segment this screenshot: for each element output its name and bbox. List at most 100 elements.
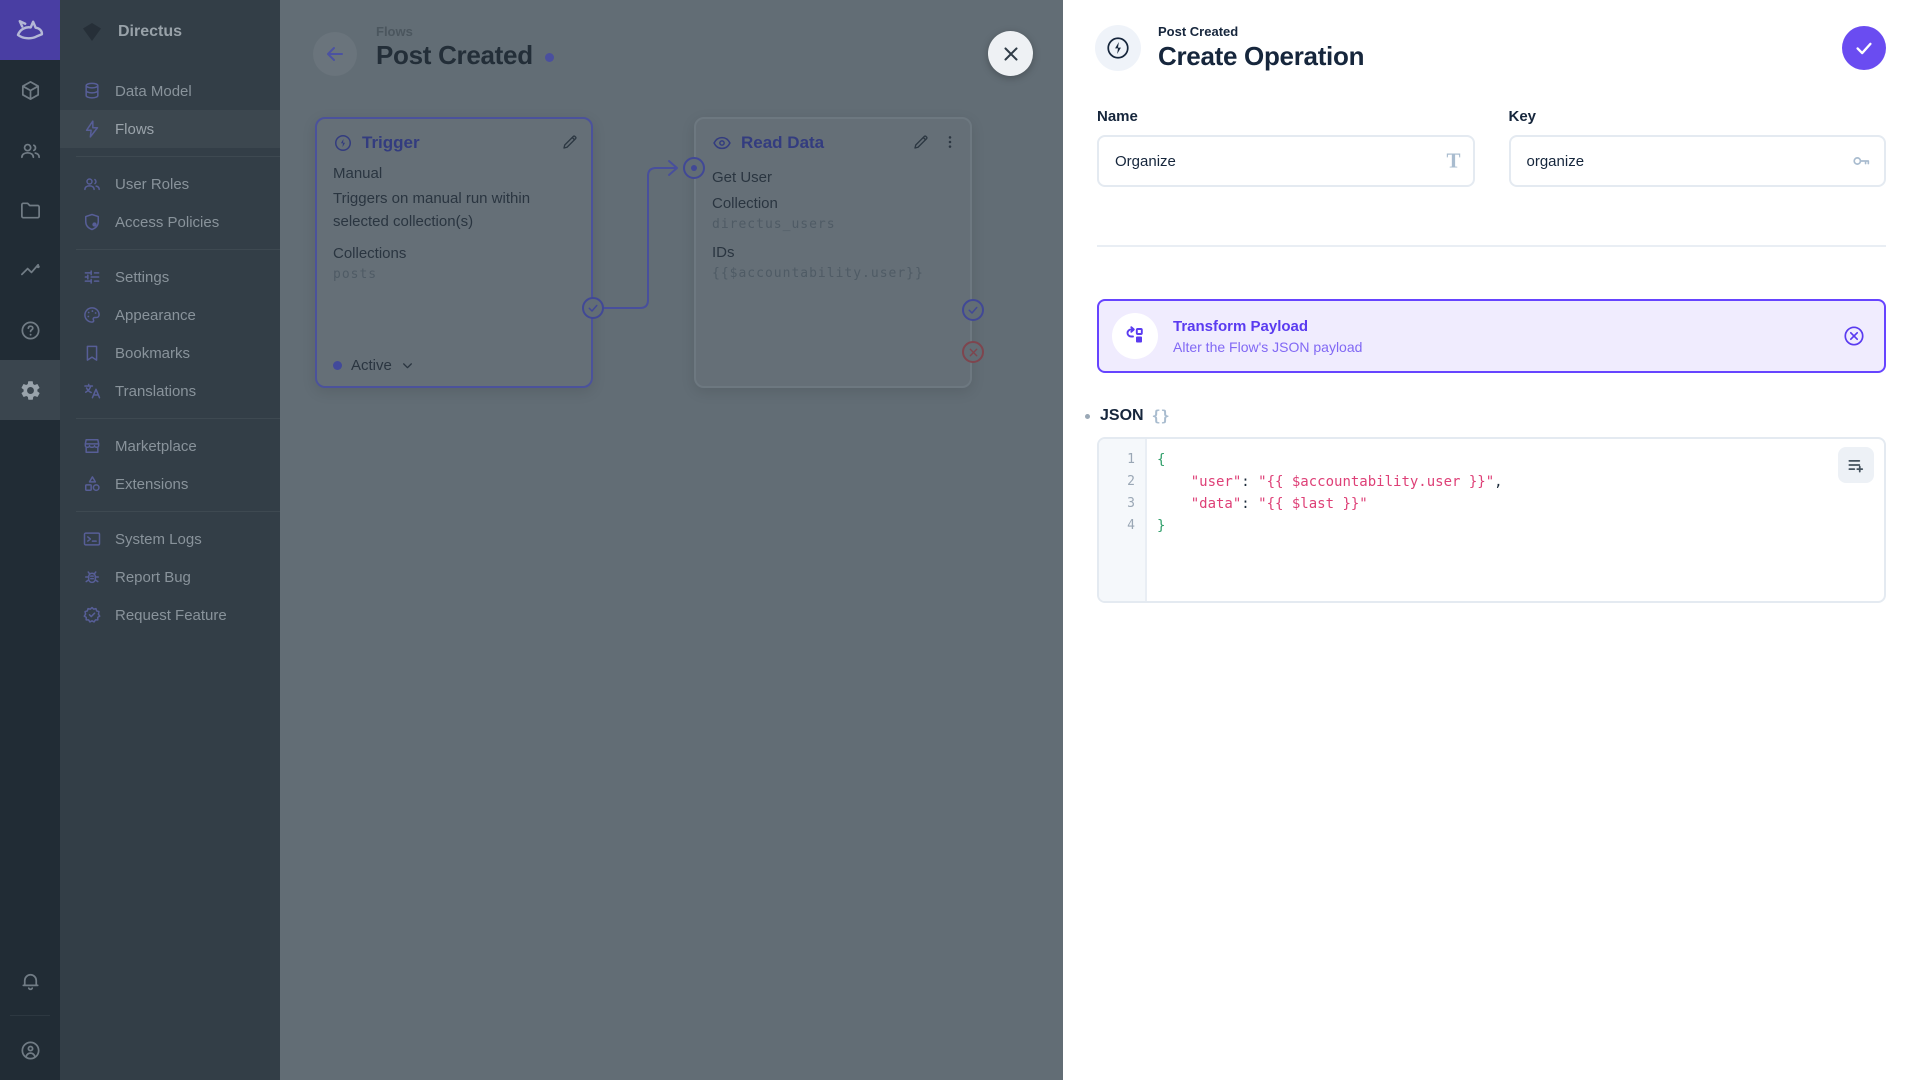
sidebar-item-access-policies[interactable]: Access Policies (60, 203, 280, 241)
circle-x-icon (1844, 326, 1864, 346)
sidebar-item-user-roles[interactable]: User Roles (60, 165, 280, 203)
storefront-icon (84, 439, 100, 453)
read-data-reject-anchor[interactable] (962, 341, 984, 363)
dot-icon (691, 165, 697, 171)
sidebar-item-label: Report Bug (115, 568, 191, 586)
sidebar-item-appearance[interactable]: Appearance (60, 296, 280, 334)
transform-payload-card[interactable]: Transform Payload Alter the Flow's JSON … (1097, 299, 1886, 373)
trigger-bolt-icon (335, 135, 351, 151)
module-content[interactable] (0, 60, 60, 120)
project-icon (83, 23, 101, 41)
operation-header-icon-circle (1095, 25, 1141, 71)
sidebar-divider (76, 511, 280, 512)
sidebar-item-request-feature[interactable]: Request Feature (60, 596, 280, 634)
sidebar-item-label: Appearance (115, 306, 196, 324)
sidebar-item-marketplace[interactable]: Marketplace (60, 427, 280, 465)
trigger-description: Triggers on manual run within selected c… (333, 190, 531, 230)
active-status-dot (333, 361, 342, 370)
activity-chart-icon (20, 263, 40, 275)
module-settings[interactable] (0, 360, 60, 420)
cube-icon (21, 80, 39, 100)
directus-logo[interactable] (0, 0, 60, 60)
sidebar-item-label: Extensions (115, 475, 189, 493)
rabbit-logo-icon (16, 20, 44, 40)
x-icon (969, 348, 977, 356)
sidebar-item-flows[interactable]: Flows (60, 110, 280, 148)
ids-label: IDs (712, 244, 735, 261)
sidebar-item-label: Flows (115, 120, 155, 138)
eye-icon (713, 136, 731, 150)
save-button[interactable] (1842, 26, 1886, 70)
edit-pencil-icon[interactable] (561, 133, 579, 151)
sidebar-item-label: Marketplace (115, 437, 197, 455)
module-insights[interactable] (0, 240, 60, 300)
sidebar-item-system-logs[interactable]: System Logs (60, 520, 280, 558)
module-files[interactable] (0, 180, 60, 240)
sidebar-divider (76, 249, 280, 250)
name-field-label: Name (1097, 108, 1138, 125)
flow-active-dot (544, 53, 554, 62)
code-editor-lines[interactable]: { "user": "{{ $accountability.user }}", … (1147, 439, 1884, 601)
read-data-panel-title: Read Data (741, 133, 825, 152)
sidebar-item-label: Settings (115, 268, 170, 286)
json-code-editor[interactable]: 1234 { "user": "{{ $accountability.user … (1097, 437, 1886, 603)
bookmark-icon (86, 345, 98, 361)
code-editor-gutter: 1234 (1099, 439, 1147, 601)
back-button[interactable] (313, 32, 357, 76)
module-help[interactable] (0, 300, 60, 360)
name-field: Name T (1097, 108, 1475, 187)
sidebar-divider (76, 418, 280, 419)
trigger-panel-title: Trigger (362, 133, 420, 152)
drawer-title: Create Operation (1158, 41, 1365, 71)
check-icon (968, 306, 978, 314)
read-data-resolve-anchor[interactable] (962, 299, 984, 321)
check-icon (588, 304, 598, 312)
read-data-input-anchor[interactable] (683, 157, 705, 179)
key-input[interactable] (1508, 135, 1886, 187)
expand-template-button[interactable] (1838, 447, 1874, 483)
json-field-label: JSON (1100, 407, 1144, 424)
trigger-type: Manual (333, 165, 383, 182)
sidebar-item-label: System Logs (115, 530, 202, 548)
code-braces-icon: {} (1151, 407, 1170, 425)
flow-bolt-icon (1107, 37, 1129, 59)
transform-operation-icon (1112, 313, 1158, 359)
key-field: Key (1508, 108, 1886, 187)
sidebar-item-data-model[interactable]: Data Model (60, 72, 280, 110)
help-icon (20, 320, 40, 340)
breadcrumb[interactable]: Flows (376, 24, 413, 39)
chevron-down-icon (402, 363, 412, 369)
tune-icon (84, 270, 100, 284)
sidebar-divider (76, 156, 280, 157)
project-header[interactable]: Directus (60, 0, 280, 64)
collection-value: directus_users (712, 217, 836, 232)
trigger-panel[interactable]: Trigger Manual Triggers on manual run wi… (315, 117, 593, 388)
kebab-menu-icon[interactable] (942, 134, 958, 150)
collection-label: Collection (712, 195, 778, 212)
sidebar-item-report-bug[interactable]: Report Bug (60, 558, 280, 596)
sidebar-item-settings[interactable]: Settings (60, 258, 280, 296)
sidebar-item-bookmarks[interactable]: Bookmarks (60, 334, 280, 372)
people-icon (20, 143, 40, 158)
feature-badge-icon (83, 606, 101, 623)
card-disable-button[interactable] (1842, 324, 1866, 348)
drawer-close-button[interactable] (988, 31, 1033, 76)
sidebar-item-extensions[interactable]: Extensions (60, 465, 280, 503)
module-bar (0, 0, 60, 1080)
read-data-panel[interactable]: Read Data Get User Collection directus_u… (694, 117, 972, 388)
trigger-collections-label: Collections (333, 245, 407, 262)
module-users[interactable] (0, 120, 60, 180)
flow-status-dropdown[interactable]: Active (333, 357, 414, 374)
name-input[interactable] (1097, 135, 1475, 187)
notifications-button[interactable] (0, 951, 60, 1011)
edit-pencil-icon[interactable] (912, 133, 930, 151)
sidebar-item-label: Data Model (115, 82, 192, 100)
user-roles-icon (84, 178, 100, 191)
active-status-label: Active (351, 357, 392, 374)
trigger-resolve-anchor[interactable] (582, 297, 604, 319)
sidebar-item-translations[interactable]: Translations (60, 372, 280, 410)
sidebar-item-label: User Roles (115, 175, 190, 193)
folder-icon (20, 201, 40, 219)
section-divider (1097, 245, 1886, 247)
user-avatar[interactable] (0, 1020, 60, 1080)
